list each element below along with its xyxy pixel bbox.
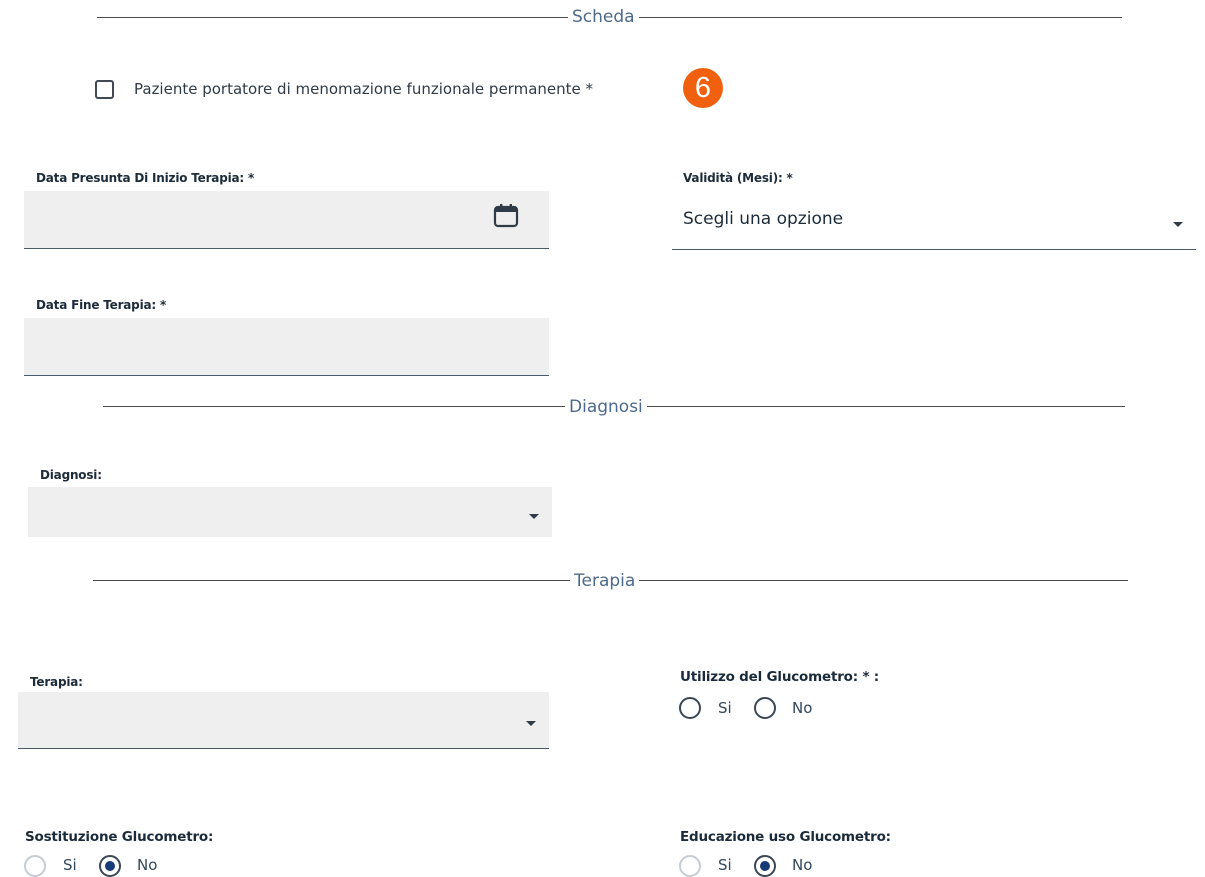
utilizzo-radio-no-label: No: [792, 699, 813, 717]
section-title-terapia: Terapia: [570, 571, 640, 591]
utilizzo-radio-si-label: Si: [718, 699, 732, 717]
validita-select[interactable]: Scegli una opzione: [672, 195, 1196, 250]
menomazione-checkbox-label: Paziente portatore di menomazione funzio…: [134, 80, 594, 98]
data-inizio-label: Data Presunta Di Inizio Terapia: *: [36, 171, 255, 185]
sostituzione-radio-si[interactable]: [24, 855, 46, 877]
educazione-radio-no[interactable]: [754, 855, 776, 877]
calendar-icon[interactable]: [493, 202, 519, 233]
data-inizio-input[interactable]: [24, 191, 549, 249]
diagnosi-label: Diagnosi:: [40, 468, 102, 482]
sostituzione-radio-si-label: Si: [63, 856, 77, 874]
educazione-radio-si[interactable]: [679, 855, 701, 877]
validita-label: Validità (Mesi): *: [683, 171, 793, 185]
chevron-down-icon: [529, 514, 539, 519]
section-title-diagnosi: Diagnosi: [565, 397, 647, 417]
chevron-down-icon: [1173, 222, 1183, 227]
terapia-select[interactable]: [18, 692, 549, 749]
educazione-label: Educazione uso Glucometro:: [680, 829, 891, 845]
section-title-scheda: Scheda: [568, 7, 639, 27]
educazione-radio-no-label: No: [792, 856, 813, 874]
sostituzione-label: Sostituzione Glucometro:: [25, 829, 214, 845]
menomazione-checkbox[interactable]: [95, 80, 114, 99]
utilizzo-radio-no[interactable]: [754, 697, 776, 719]
validita-select-value: Scegli una opzione: [683, 209, 844, 229]
sostituzione-radio-no-label: No: [137, 856, 158, 874]
data-fine-input[interactable]: [24, 318, 549, 376]
chevron-down-icon: [526, 721, 536, 726]
diagnosi-select[interactable]: [28, 487, 552, 537]
utilizzo-radio-si[interactable]: [679, 697, 701, 719]
educazione-radio-si-label: Si: [718, 856, 732, 874]
data-fine-label: Data Fine Terapia: *: [36, 298, 167, 312]
terapia-label: Terapia:: [30, 675, 83, 689]
sostituzione-radio-no[interactable]: [99, 855, 121, 877]
utilizzo-label: Utilizzo del Glucometro: * :: [680, 669, 879, 685]
step-badge: 6: [683, 68, 723, 108]
